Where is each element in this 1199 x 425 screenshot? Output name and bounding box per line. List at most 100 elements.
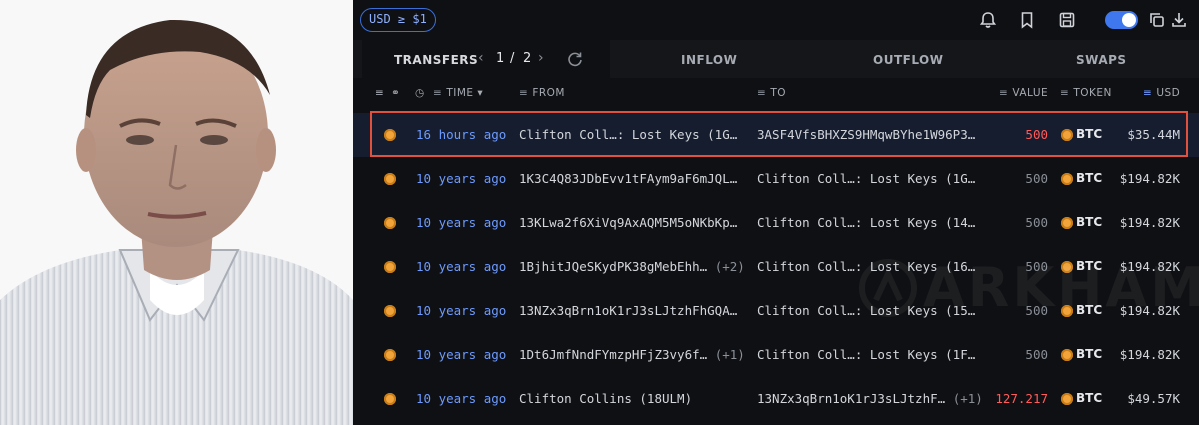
- page-current: 1: [496, 51, 505, 66]
- tab-swaps[interactable]: SWAPS: [1076, 53, 1127, 67]
- row-from[interactable]: 1BjhitJQeSKydPK38gMebEhh… (+2): [519, 259, 745, 274]
- bitcoin-icon: [384, 393, 396, 405]
- row-from[interactable]: 1Dt6JmfNndFYmzpHFjZ3vy6f… (+1): [519, 347, 745, 362]
- row-token[interactable]: BTC: [1076, 391, 1102, 405]
- bitcoin-icon: [1061, 129, 1073, 141]
- row-value: 500: [1025, 127, 1048, 142]
- from-address: Clifton Coll…: Lost Keys (1G…: [519, 127, 738, 142]
- tab-transfers[interactable]: TRANSFERS ‹ 1 / 2 ›: [362, 40, 610, 78]
- link-icon[interactable]: ⚭: [391, 87, 400, 99]
- value-column-header[interactable]: ≡ VALUE: [999, 87, 1048, 99]
- row-token[interactable]: BTC: [1076, 171, 1102, 185]
- bell-icon[interactable]: [978, 10, 998, 30]
- row-time[interactable]: 10 years ago: [416, 215, 506, 230]
- row-to[interactable]: 13NZx3qBrn1oK1rJ3sLJtzhF… (+1): [757, 391, 983, 406]
- table-row[interactable]: 16 hours ago Clifton Coll…: Lost Keys (1…: [353, 113, 1199, 157]
- tabs-bar: TRANSFERS ‹ 1 / 2 › INFLOW OUTFLOW SWAPS: [353, 40, 1199, 78]
- row-from[interactable]: Clifton Collins (18ULM): [519, 391, 692, 406]
- table-row[interactable]: 10 years ago Clifton Collins (18ULM) 13N…: [353, 377, 1199, 421]
- token-column-header[interactable]: ≡ TOKEN: [1060, 87, 1112, 99]
- row-value: 127.217: [995, 391, 1048, 406]
- row-token[interactable]: BTC: [1076, 347, 1102, 361]
- copy-icon[interactable]: [1147, 10, 1167, 30]
- from-address: 1BjhitJQeSKydPK38gMebEhh…: [519, 259, 708, 274]
- row-token[interactable]: BTC: [1076, 215, 1102, 229]
- portrait-illustration: [0, 0, 353, 425]
- row-usd: $194.82K: [1119, 215, 1180, 230]
- prev-page-icon[interactable]: ‹: [478, 50, 484, 66]
- row-from[interactable]: Clifton Coll…: Lost Keys (1G…: [519, 127, 737, 142]
- to-extra: (+1): [952, 391, 983, 406]
- usd-filter-chip[interactable]: USD ≥ $1: [360, 8, 436, 32]
- refresh-icon[interactable]: [567, 51, 583, 67]
- row-usd: $35.44M: [1127, 127, 1180, 142]
- table-row[interactable]: 10 years ago 13KLwa2f6XiVq9AxAQM5M5oNKbK…: [353, 201, 1199, 245]
- row-to[interactable]: 3ASF4VfsBHXZS9HMqwBYhe1W96P3…: [757, 127, 975, 142]
- row-usd: $49.57K: [1127, 391, 1180, 406]
- row-time[interactable]: 10 years ago: [416, 303, 506, 318]
- to-address: 13NZx3qBrn1oK1rJ3sLJtzhF…: [757, 391, 946, 406]
- tab-outflow[interactable]: OUTFLOW: [873, 53, 943, 67]
- view-toggle[interactable]: [1105, 11, 1138, 29]
- usd-column-label: USD: [1156, 87, 1181, 99]
- page-total: 2: [523, 51, 532, 66]
- transfers-panel: USD ≥ $1 TRANSFERS ‹ 1 / 2 › INFLOW OUTF…: [353, 0, 1199, 425]
- time-column-label: TIME: [446, 87, 474, 99]
- toggle-knob: [1122, 13, 1136, 27]
- bitcoin-icon: [1061, 393, 1073, 405]
- arkham-logo-watermark: [859, 259, 917, 317]
- token-column-label: TOKEN: [1073, 87, 1112, 99]
- row-time[interactable]: 10 years ago: [416, 347, 506, 362]
- row-time[interactable]: 10 years ago: [416, 259, 506, 274]
- from-column-label: FROM: [532, 87, 565, 99]
- row-time[interactable]: 10 years ago: [416, 171, 506, 186]
- bitcoin-icon: [1061, 173, 1073, 185]
- table-row[interactable]: 10 years ago 1Dt6JmfNndFYmzpHFjZ3vy6f… (…: [353, 333, 1199, 377]
- clock-icon[interactable]: ◷: [415, 87, 425, 99]
- row-to[interactable]: Clifton Coll…: Lost Keys (1F…: [757, 347, 975, 362]
- bitcoin-icon: [384, 261, 396, 273]
- to-address: 3ASF4VfsBHXZS9HMqwBYhe1W96P3…: [757, 127, 976, 142]
- bitcoin-icon: [1061, 349, 1073, 361]
- row-usd: $194.82K: [1119, 347, 1180, 362]
- row-from[interactable]: 13KLwa2f6XiVq9AxAQM5M5oNKbKp…: [519, 215, 737, 230]
- table-row[interactable]: 10 years ago 1K3C4Q83JDbEvv1tFAym9aF6mJQ…: [353, 157, 1199, 201]
- page-separator: /: [510, 51, 515, 66]
- bitcoin-icon: [384, 173, 396, 185]
- from-extra: (+1): [714, 347, 745, 362]
- download-icon[interactable]: [1169, 10, 1189, 30]
- row-from[interactable]: 13NZx3qBrn1oK1rJ3sLJtzhFhGQA…: [519, 303, 737, 318]
- next-page-icon[interactable]: ›: [538, 50, 544, 66]
- usd-column-header[interactable]: ≡ USD: [1143, 87, 1180, 99]
- bitcoin-icon: [384, 217, 396, 229]
- to-column-label: TO: [770, 87, 786, 99]
- row-value: 500: [1025, 215, 1048, 230]
- save-icon[interactable]: [1057, 10, 1077, 30]
- row-to[interactable]: Clifton Coll…: Lost Keys (14…: [757, 215, 975, 230]
- from-extra: (+2): [714, 259, 745, 274]
- toolbar: USD ≥ $1: [353, 0, 1199, 40]
- row-value: 500: [1025, 171, 1048, 186]
- to-address: Clifton Coll…: Lost Keys (14…: [757, 215, 976, 230]
- table-header: ≡ ⚭ ◷ ≡ TIME ▾ ≡ FROM ≡ TO ≡ VALUE ≡ TOKEN ≡ U…: [353, 78, 1199, 108]
- bookmark-icon[interactable]: [1017, 10, 1037, 30]
- from-column-header[interactable]: ≡ FROM: [519, 87, 565, 99]
- bitcoin-icon: [1061, 217, 1073, 229]
- bitcoin-icon: [384, 129, 396, 141]
- to-column-header[interactable]: ≡ TO: [757, 87, 786, 99]
- row-usd: $194.82K: [1119, 171, 1180, 186]
- row-from[interactable]: 1K3C4Q83JDbEvv1tFAym9aF6mJQL…: [519, 171, 737, 186]
- from-address: 13KLwa2f6XiVq9AxAQM5M5oNKbKp…: [519, 215, 738, 230]
- row-to[interactable]: Clifton Coll…: Lost Keys (1G…: [757, 171, 975, 186]
- portrait-photo: [0, 0, 353, 425]
- row-value: 500: [1025, 347, 1048, 362]
- row-time[interactable]: 10 years ago: [416, 391, 506, 406]
- time-column-header[interactable]: ≡ TIME ▾: [433, 87, 483, 99]
- filter-icon[interactable]: ≡: [375, 87, 384, 99]
- tab-transfers-label: TRANSFERS: [394, 53, 479, 67]
- arkham-watermark: ARKHAM: [923, 256, 1199, 319]
- tab-inflow[interactable]: INFLOW: [681, 53, 737, 67]
- row-token[interactable]: BTC: [1076, 127, 1102, 141]
- row-time[interactable]: 16 hours ago: [416, 127, 506, 142]
- from-address: Clifton Collins (18ULM): [519, 391, 693, 406]
